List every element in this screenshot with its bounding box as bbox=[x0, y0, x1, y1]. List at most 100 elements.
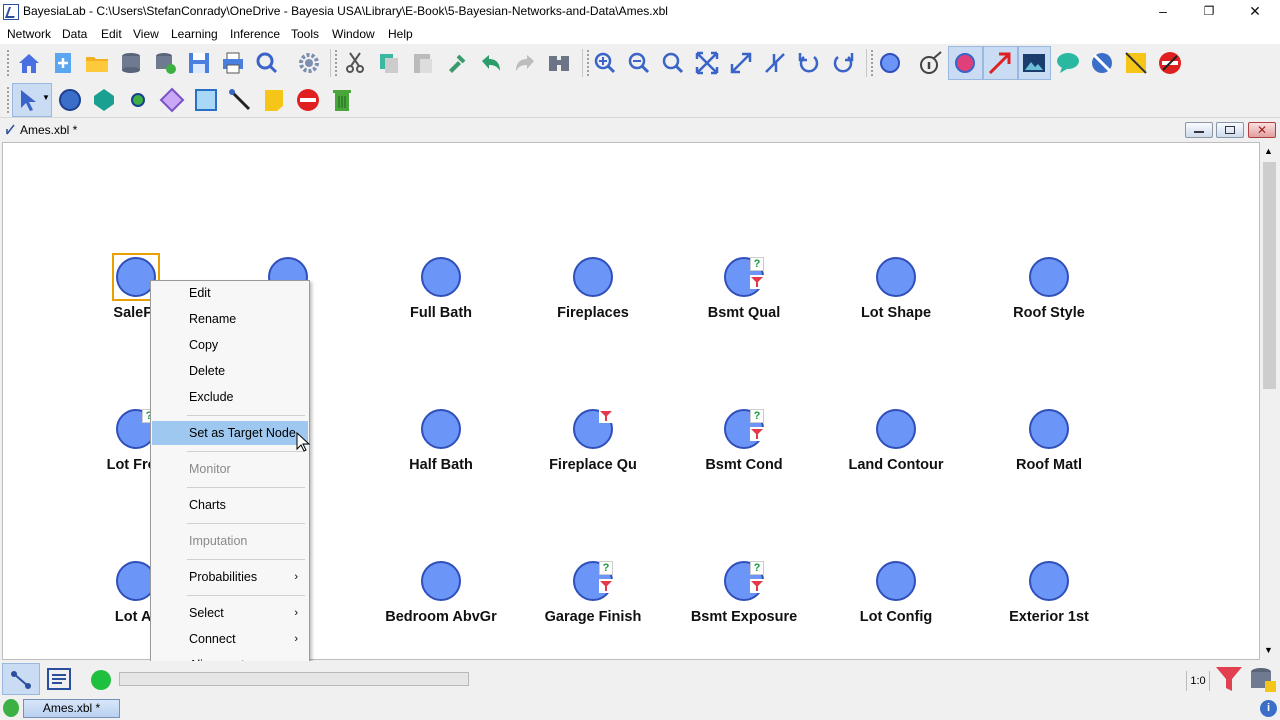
minimize-button[interactable]: – bbox=[1140, 0, 1186, 24]
forbidden-tool-icon[interactable] bbox=[295, 87, 321, 113]
zoom-in-icon[interactable] bbox=[592, 50, 618, 76]
close-button[interactable]: ✕ bbox=[1232, 0, 1278, 24]
find-icon[interactable] bbox=[546, 50, 572, 76]
toolbar-grip[interactable] bbox=[334, 49, 338, 77]
menu-item-probabilities[interactable]: Probabilities › bbox=[152, 565, 308, 589]
node-circle[interactable] bbox=[421, 409, 461, 449]
menu-data[interactable]: Data bbox=[62, 27, 87, 41]
scroll-up-icon[interactable]: ▲ bbox=[1264, 146, 1273, 156]
print-icon[interactable] bbox=[220, 50, 246, 76]
redo-icon[interactable] bbox=[512, 50, 538, 76]
pointer-icon[interactable] bbox=[15, 87, 41, 113]
settings-icon[interactable] bbox=[296, 50, 322, 76]
menu-tools[interactable]: Tools bbox=[291, 27, 319, 41]
expand-icon[interactable] bbox=[728, 50, 754, 76]
database-icon[interactable] bbox=[118, 50, 144, 76]
node-circle[interactable] bbox=[1029, 257, 1069, 297]
rotate-left-icon[interactable] bbox=[796, 50, 822, 76]
node-circle[interactable] bbox=[421, 561, 461, 601]
document-restore-button[interactable] bbox=[1216, 122, 1244, 138]
node-circle[interactable] bbox=[876, 409, 916, 449]
menu-item-delete[interactable]: Delete bbox=[152, 359, 308, 383]
node-circle[interactable] bbox=[876, 561, 916, 601]
node-style-icon[interactable] bbox=[878, 50, 904, 76]
trash-icon[interactable] bbox=[329, 87, 355, 113]
menu-view[interactable]: View bbox=[133, 27, 159, 41]
graph-node[interactable]: Half Bath bbox=[361, 409, 521, 479]
undo-icon[interactable] bbox=[478, 50, 504, 76]
menu-item-connect[interactable]: Connect › bbox=[152, 627, 308, 651]
arc-arrow-icon[interactable] bbox=[987, 50, 1013, 76]
zoom-fit-icon[interactable] bbox=[660, 50, 686, 76]
menu-item-charts[interactable]: Charts bbox=[152, 493, 308, 517]
menu-item-rename[interactable]: Rename bbox=[152, 307, 308, 331]
arc-tool-icon[interactable] bbox=[227, 87, 253, 113]
menu-learning[interactable]: Learning bbox=[171, 27, 218, 41]
graph-node[interactable]: Bedroom AbvGr bbox=[361, 561, 521, 631]
constraint-node-icon[interactable] bbox=[91, 87, 117, 113]
node-circle-icon[interactable] bbox=[57, 87, 83, 113]
graph-node[interactable]: ? Bsmt Exposure bbox=[664, 561, 824, 631]
graph-node[interactable]: ? Bsmt Cond bbox=[664, 409, 824, 479]
filter-icon[interactable] bbox=[1215, 666, 1243, 692]
menu-network[interactable]: Network bbox=[7, 27, 51, 41]
scrollbar-thumb[interactable] bbox=[1263, 162, 1276, 389]
rotate-right-icon[interactable] bbox=[830, 50, 856, 76]
preview-icon[interactable] bbox=[254, 50, 280, 76]
node-circle[interactable] bbox=[421, 257, 461, 297]
document-close-button[interactable]: ✕ bbox=[1248, 122, 1276, 138]
node-circle[interactable] bbox=[876, 257, 916, 297]
power-icon[interactable] bbox=[3, 699, 19, 717]
image-icon[interactable] bbox=[1021, 50, 1047, 76]
note-tool-icon[interactable] bbox=[261, 87, 287, 113]
node-circle[interactable] bbox=[573, 257, 613, 297]
copy-icon[interactable] bbox=[376, 50, 402, 76]
fit-window-icon[interactable] bbox=[694, 50, 720, 76]
graph-node[interactable]: Full Bath bbox=[361, 257, 521, 327]
validation-mode-icon[interactable] bbox=[47, 668, 71, 690]
node-circle[interactable] bbox=[1029, 409, 1069, 449]
graph-node[interactable]: Roof Style bbox=[969, 257, 1129, 327]
open-folder-icon[interactable] bbox=[84, 50, 110, 76]
graph-node[interactable]: Lot Shape bbox=[816, 257, 976, 327]
window-tab-ames[interactable]: Ames.xbl * bbox=[23, 699, 120, 718]
forbidden-arc-icon[interactable] bbox=[1157, 50, 1183, 76]
small-node-icon[interactable] bbox=[125, 87, 151, 113]
comment-icon[interactable] bbox=[1055, 50, 1081, 76]
graph-node[interactable]: Exterior 1st bbox=[969, 561, 1129, 631]
menu-item-exclude[interactable]: Exclude bbox=[152, 385, 308, 409]
paste-icon[interactable] bbox=[410, 50, 436, 76]
toolbar-grip[interactable] bbox=[6, 86, 10, 114]
home-icon[interactable] bbox=[16, 50, 42, 76]
shrink-icon[interactable] bbox=[762, 50, 788, 76]
zoom-out-icon[interactable] bbox=[626, 50, 652, 76]
database-status-icon[interactable] bbox=[1249, 667, 1277, 693]
menu-item-edit[interactable]: Edit bbox=[152, 281, 308, 305]
scroll-down-icon[interactable]: ▼ bbox=[1264, 645, 1273, 655]
menu-item-set-as-target-node[interactable]: Set as Target Node bbox=[152, 421, 308, 445]
utility-node-icon[interactable] bbox=[193, 87, 219, 113]
cut-icon[interactable] bbox=[342, 50, 368, 76]
menu-window[interactable]: Window bbox=[332, 27, 375, 41]
hide-icon[interactable] bbox=[1089, 50, 1115, 76]
node-highlight-icon[interactable] bbox=[952, 50, 978, 76]
graph-mode-button[interactable] bbox=[2, 663, 40, 695]
toolbar-grip[interactable] bbox=[870, 49, 874, 77]
format-painter-icon[interactable] bbox=[444, 50, 470, 76]
graph-node[interactable]: Roof Matl bbox=[969, 409, 1129, 479]
info-icon[interactable]: i bbox=[1260, 700, 1277, 717]
graph-node[interactable]: Land Contour bbox=[816, 409, 976, 479]
note-icon[interactable] bbox=[1123, 50, 1149, 76]
document-minimize-button[interactable] bbox=[1185, 122, 1213, 138]
graph-node[interactable]: ? Bsmt Qual bbox=[664, 257, 824, 327]
node-circle[interactable] bbox=[1029, 561, 1069, 601]
toolbar-grip[interactable] bbox=[6, 49, 10, 77]
graph-node[interactable]: Lot Config bbox=[816, 561, 976, 631]
decision-node-icon[interactable] bbox=[159, 87, 185, 113]
graph-node[interactable]: Fireplaces bbox=[513, 257, 673, 327]
menu-inference[interactable]: Inference bbox=[230, 27, 280, 41]
menu-item-copy[interactable]: Copy bbox=[152, 333, 308, 357]
toolbar-grip[interactable] bbox=[586, 49, 590, 77]
menu-help[interactable]: Help bbox=[388, 27, 413, 41]
chevron-down-icon[interactable]: ▼ bbox=[42, 93, 50, 102]
